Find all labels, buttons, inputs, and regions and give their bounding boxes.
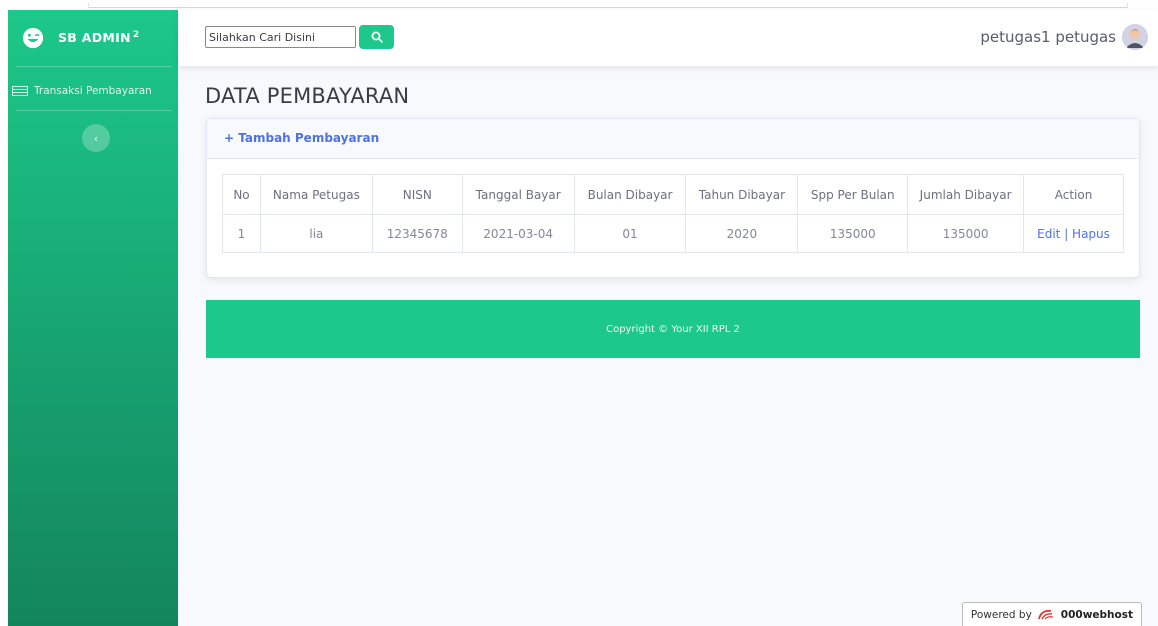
sidebar-brand[interactable]: SB ADMIN 2 — [8, 10, 178, 66]
payment-table: No Nama Petugas NISN Tanggal Bayar Bulan… — [222, 174, 1124, 253]
column-header: Bulan Dibayar — [573, 174, 687, 215]
app-frame: SB ADMIN2 Transaksi Pembayaran ‹ petugas… — [8, 10, 1158, 626]
sidebar-item-label: Transaksi Pembayaran — [34, 85, 152, 97]
page-title: DATA PEMBAYARAN — [205, 84, 410, 108]
user-menu[interactable]: petugas1 petugas — [980, 24, 1148, 50]
add-payment-link[interactable]: + Tambah Pembayaran — [224, 131, 379, 145]
payment-card: + Tambah Pembayaran No Nama Petugas NISN… — [206, 118, 1140, 278]
search-button[interactable] — [359, 25, 394, 49]
brand-text: SB ADMIN 2 — [58, 30, 139, 45]
column-header: Action — [1023, 174, 1124, 215]
top-strip-bar — [88, 3, 1128, 8]
column-header: Tahun Dibayar — [685, 174, 799, 215]
sidebar-divider — [16, 66, 172, 67]
sidebar: SB ADMIN 2 Transaksi Pembayaran ‹ — [8, 10, 178, 626]
delete-link[interactable]: Hapus — [1072, 227, 1110, 241]
brand-superscript: 2 — [132, 30, 140, 41]
webhost-label: 000webhost — [1060, 608, 1133, 621]
laugh-wink-icon — [22, 27, 44, 49]
edit-link[interactable]: Edit — [1037, 227, 1060, 241]
sidebar-item-transaksi-pembayaran[interactable]: Transaksi Pembayaran — [8, 80, 178, 102]
copyright-text: Copyright © Your XII RPL 2 — [606, 323, 740, 335]
column-header: NISN — [371, 174, 463, 215]
column-header: Jumlah Dibayar — [907, 174, 1025, 215]
browser-top-strip — [0, 0, 1158, 10]
card-header: + Tambah Pembayaran — [207, 119, 1139, 159]
table-row: 1 lia 12345678 2021-03-04 01 2020 135000… — [222, 214, 1124, 253]
powered-by-label: Powered by — [970, 608, 1032, 621]
column-header: Nama Petugas — [259, 174, 373, 215]
footer: Copyright © Your XII RPL 2 — [206, 300, 1140, 358]
column-header: Tanggal Bayar — [461, 174, 575, 215]
cell-action: Edit | Hapus — [1023, 214, 1124, 253]
cell-tahun-dibayar: 2020 — [685, 214, 799, 253]
webhost-logo-icon — [1037, 609, 1053, 619]
sidebar-toggle-button[interactable]: ‹ — [82, 124, 110, 152]
cell-nisn: 12345678 — [371, 214, 463, 253]
user-name: petugas1 petugas — [980, 28, 1116, 46]
column-header: Spp Per Bulan — [797, 174, 909, 215]
topbar: petugas1 petugas — [178, 10, 1158, 66]
cell-no: 1 — [222, 214, 261, 253]
chevron-left-icon: ‹ — [93, 131, 99, 145]
action-separator: | — [1060, 226, 1073, 241]
user-avatar — [1122, 24, 1148, 50]
cell-nama-petugas: lia — [259, 214, 373, 253]
column-header: No — [222, 174, 261, 215]
cell-tanggal-bayar: 2021-03-04 — [461, 214, 575, 253]
table-header-row: No Nama Petugas NISN Tanggal Bayar Bulan… — [222, 174, 1124, 215]
cell-jumlah-dibayar: 135000 — [907, 214, 1025, 253]
cell-bulan-dibayar: 01 — [573, 214, 687, 253]
table-icon — [12, 86, 28, 96]
sidebar-divider-2 — [16, 110, 172, 111]
cell-spp-per-bulan: 135000 — [797, 214, 909, 253]
search-input[interactable] — [205, 26, 356, 48]
powered-by-badge[interactable]: Powered by 000webhost — [961, 602, 1142, 626]
search-icon — [371, 31, 383, 43]
brand-label: SB ADMIN — [58, 30, 131, 46]
